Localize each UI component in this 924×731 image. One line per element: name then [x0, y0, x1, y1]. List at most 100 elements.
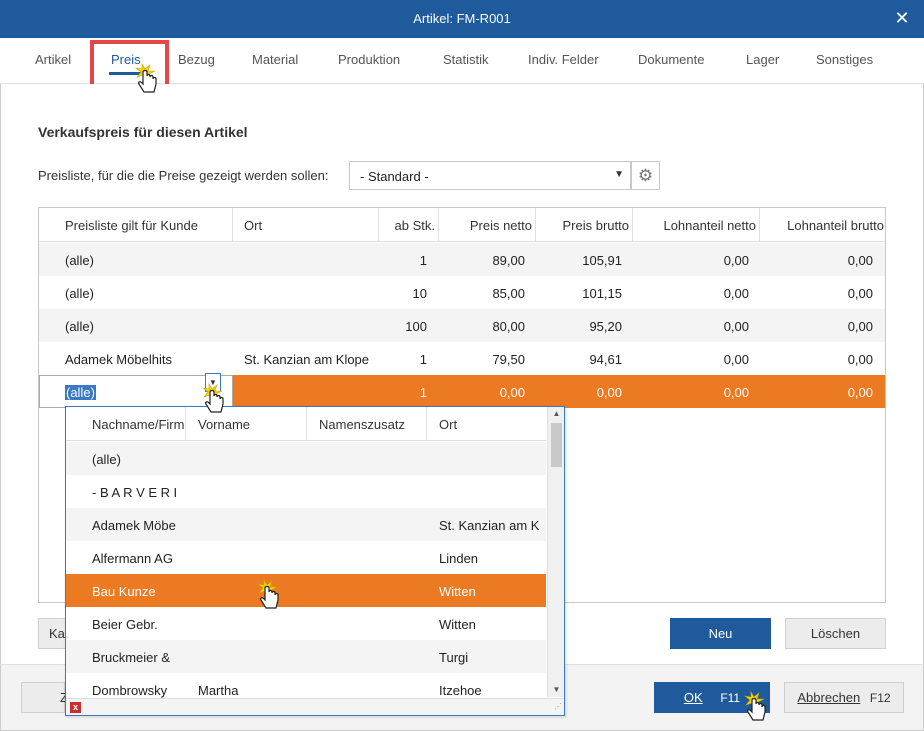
list-item[interactable]: Adamek Möbe St. Kanzian am K — [66, 508, 546, 541]
new-button[interactable]: Neu — [670, 618, 771, 649]
cell-preis-netto: 85,00 — [492, 286, 525, 301]
column-header-lohnanteil-brutto[interactable]: Lohnanteil brutto — [760, 208, 885, 242]
cell-ort: St. Kanzian am Klope — [244, 352, 370, 367]
column-header-ort[interactable]: Ort — [233, 208, 379, 242]
dropdown-footer: x ⋰ — [66, 698, 564, 715]
column-header-lohnanteil-netto[interactable]: Lohnanteil netto — [633, 208, 760, 242]
tab-statistik[interactable]: Statistik — [443, 52, 489, 67]
table-row[interactable]: (alle) 100 80,00 95,20 0,00 0,00 — [39, 309, 885, 342]
cell-ort — [244, 276, 379, 309]
scroll-up-icon[interactable]: ▲ — [548, 407, 564, 421]
column-header-ab-stk[interactable]: ab Stk. — [379, 208, 439, 242]
scrollbar-thumb[interactable] — [551, 423, 562, 467]
column-header-preis-netto[interactable]: Preis netto — [439, 208, 536, 242]
table-row[interactable]: (alle) 10 85,00 101,15 0,00 0,00 — [39, 276, 885, 309]
cell-ort — [244, 375, 379, 408]
cell-lohnanteil-netto: 0,00 — [723, 352, 749, 367]
item-ort: Witten — [439, 584, 476, 599]
cancel-button[interactable]: Abbrechen F12 — [784, 682, 904, 713]
pricelist-label: Preisliste, für die die Preise gezeigt w… — [38, 168, 329, 183]
item-vorname — [198, 607, 298, 640]
column-header-vorname[interactable]: Vorname — [186, 407, 307, 441]
column-header-kunde[interactable]: Preisliste gilt für Kunde — [39, 208, 233, 242]
tab-indiv-felder[interactable]: Indiv. Felder — [528, 52, 599, 67]
cell-ort — [244, 243, 379, 276]
cell-lohnanteil-brutto: 0,00 — [847, 319, 873, 334]
tab-artikel[interactable]: Artikel — [35, 52, 71, 67]
tab-produktion[interactable]: Produktion — [338, 52, 400, 67]
cell-ab-stk: 1 — [419, 385, 427, 400]
item-nachname: Bau Kunze — [92, 584, 156, 599]
ok-label: OK — [683, 690, 703, 705]
list-item[interactable]: (alle) — [66, 442, 546, 475]
table-row-selected[interactable]: (alle) 1 0,00 0,00 0,00 0,00 — [39, 375, 885, 408]
tab-bezug[interactable]: Bezug — [178, 52, 215, 67]
tab-dokumente[interactable]: Dokumente — [638, 52, 704, 67]
ok-button[interactable]: OK F11 — [654, 682, 770, 713]
table-row[interactable]: (alle) 1 89,00 105,91 0,00 0,00 — [39, 243, 885, 276]
pricelist-value: - Standard - — [360, 169, 429, 184]
cell-preis-brutto: 94,61 — [589, 352, 622, 367]
list-item-highlighted[interactable]: Bau Kunze Witten — [66, 574, 546, 607]
list-item[interactable]: Alfermann AG Linden — [66, 541, 546, 574]
list-item[interactable]: Beier Gebr. Witten — [66, 607, 546, 640]
chevron-down-icon[interactable]: ▼ — [205, 373, 221, 392]
cell-preis-brutto: 0,00 — [596, 385, 622, 400]
cell-lohnanteil-netto: 0,00 — [723, 253, 749, 268]
item-nachname: Adamek Möbe — [92, 518, 176, 533]
close-icon[interactable]: ✕ — [892, 8, 912, 28]
cell-lohnanteil-netto: 0,00 — [723, 385, 749, 400]
partial-footer-button[interactable]: Z — [21, 682, 68, 713]
scroll-down-icon[interactable]: ▼ — [548, 683, 564, 697]
cell-preis-brutto: 101,15 — [582, 286, 622, 301]
ok-shortcut: F11 — [720, 691, 741, 705]
customer-dropdown[interactable]: Nachname/Firma Vorname Namenszusatz Ort … — [65, 406, 565, 716]
window-titlebar: Artikel: FM-R001 ✕ — [0, 0, 924, 38]
cell-kunde: (alle) — [65, 253, 94, 268]
cell-lohnanteil-brutto: 0,00 — [847, 352, 873, 367]
item-nachname: Beier Gebr. — [92, 617, 158, 632]
cell-lohnanteil-netto: 0,00 — [723, 286, 749, 301]
column-header-preis-brutto[interactable]: Preis brutto — [536, 208, 633, 242]
partial-button[interactable]: Ka — [38, 618, 66, 649]
delete-button[interactable]: Löschen — [785, 618, 886, 649]
tab-lager[interactable]: Lager — [746, 52, 779, 67]
cell-preis-brutto: 105,91 — [582, 253, 622, 268]
tab-material[interactable]: Material — [252, 52, 298, 67]
cell-kunde-value: (alle) — [65, 385, 96, 400]
resize-grip-icon[interactable]: ⋰ — [554, 702, 562, 711]
cell-preis-netto: 0,00 — [499, 385, 525, 400]
cell-preis-netto: 79,50 — [492, 352, 525, 367]
item-vorname — [198, 508, 298, 541]
cell-ab-stk: 1 — [419, 352, 427, 367]
cancel-label: Abbrechen — [797, 690, 861, 705]
list-item[interactable]: Bruckmeier & Turgi — [66, 640, 546, 673]
item-ort — [439, 475, 539, 508]
column-header-ort[interactable]: Ort — [427, 407, 546, 441]
list-item[interactable]: - B A R V E R K — [66, 475, 546, 508]
item-nachname: - B A R V E R K — [92, 485, 176, 500]
table-row[interactable]: Adamek Möbelhits St. Kanzian am Klope 1 … — [39, 342, 885, 375]
close-icon[interactable]: x — [70, 702, 81, 713]
item-nachname: Alfermann AG — [92, 551, 173, 566]
cell-lohnanteil-netto: 0,00 — [723, 319, 749, 334]
cell-preis-netto: 89,00 — [492, 253, 525, 268]
item-ort: Turgi — [439, 650, 469, 665]
item-ort: St. Kanzian am K — [439, 518, 539, 533]
chevron-down-icon: ▼ — [614, 169, 624, 180]
dropdown-scrollbar[interactable]: ▲ ▼ — [547, 407, 564, 697]
gear-icon[interactable]: ⚙ — [631, 161, 660, 190]
column-header-namenszusatz[interactable]: Namenszusatz — [307, 407, 427, 441]
item-ort: Linden — [439, 551, 479, 566]
cell-lohnanteil-brutto: 0,00 — [847, 286, 873, 301]
cell-lohnanteil-brutto: 0,00 — [847, 385, 873, 400]
pricelist-select[interactable]: - Standard - ▼ — [349, 161, 631, 190]
column-header-nachname[interactable]: Nachname/Firma — [66, 407, 186, 441]
highlight-box — [90, 40, 169, 89]
dropdown-header: Nachname/Firma Vorname Namenszusatz Ort — [66, 407, 546, 441]
cell-ab-stk: 1 — [419, 253, 427, 268]
tab-sonstiges[interactable]: Sonstiges — [816, 52, 873, 67]
item-nachname: (alle) — [92, 452, 121, 467]
cell-ab-stk: 100 — [405, 319, 427, 334]
kunde-edit-cell[interactable]: (alle) — [39, 375, 233, 408]
